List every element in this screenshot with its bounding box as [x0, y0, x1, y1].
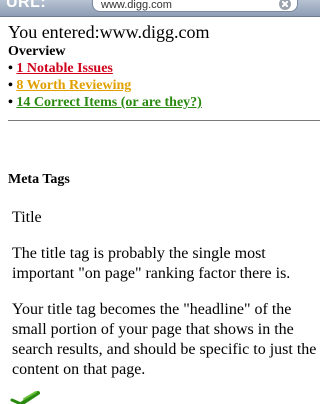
bullet: • [8, 95, 13, 110]
meta-tags-title: Meta Tags [8, 172, 70, 187]
overview-item-notable: • 1 Notable Issues [8, 60, 320, 77]
report-content: You entered:www.digg.com Overview • 1 No… [8, 22, 320, 111]
title-item-label: Title [12, 209, 42, 226]
overview-item-correct: • 14 Correct Items (or are they?) [8, 94, 320, 111]
browser-toolbar: URL: www.digg.com [0, 0, 320, 17]
url-label: URL: [6, 0, 47, 11]
title-description-2: Your title tag becomes the "headline" of… [12, 301, 317, 378]
bullet: • [8, 78, 13, 93]
overview-item-worth-reviewing: • 8 Worth Reviewing [8, 77, 320, 94]
overview-list: • 1 Notable Issues • 8 Worth Reviewing •… [8, 60, 320, 111]
overview-title: Overview [8, 44, 66, 59]
url-input[interactable]: www.digg.com [92, 0, 298, 12]
title-description-1: The title tag is probably the single mos… [12, 245, 291, 282]
correct-items-link[interactable]: 14 Correct Items (or are they?) [16, 95, 201, 110]
entered-url-heading: You entered:www.digg.com [8, 22, 210, 42]
clear-icon[interactable] [279, 0, 291, 10]
divider [8, 120, 320, 121]
bullet: • [8, 61, 13, 76]
worth-reviewing-link[interactable]: 8 Worth Reviewing [16, 78, 131, 93]
check-icon [10, 391, 40, 404]
url-value: www.digg.com [101, 0, 172, 11]
notable-issues-link[interactable]: 1 Notable Issues [16, 61, 112, 76]
